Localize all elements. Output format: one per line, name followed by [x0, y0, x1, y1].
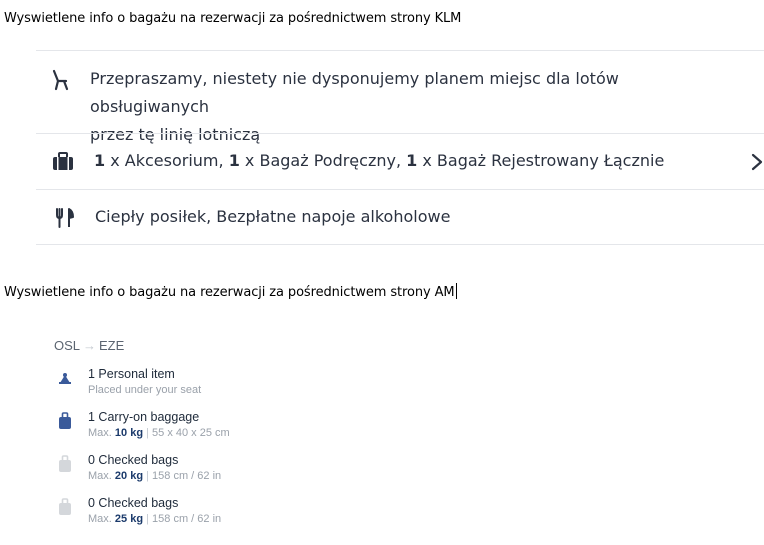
personal-item-icon: [59, 373, 71, 384]
checked-bag-detail: Max. 20 kg | 158 cm / 62 in: [88, 470, 221, 482]
klm-caption: Wyswietlene info o bagażu na rezerwacji …: [4, 11, 462, 26]
suitcase-icon: [53, 152, 73, 170]
carry-on-detail: Max. 10 kg | 55 x 40 x 25 cm: [88, 427, 230, 439]
meal-info: Ciepły posiłek, Bezpłatne napoje alkohol…: [95, 207, 451, 226]
seat-icon: [52, 69, 69, 91]
klm-seat-row: Przepraszamy, niestety nie dysponujemy p…: [36, 50, 764, 144]
checked-bag-title: 0 Checked bags: [88, 453, 179, 467]
checked-bag-max-label: Max.: [88, 470, 115, 482]
chevron-right-icon[interactable]: [750, 152, 764, 172]
route: OSL → EZE: [54, 338, 354, 360]
checked-baggage-label: x Bagaż Rejestrowany Łącznie: [417, 151, 665, 170]
checked-bag-dimensions: 158 cm / 62 in: [152, 470, 222, 482]
hand-baggage-count: 1: [228, 151, 240, 170]
checked-bag-dimensions: 158 cm / 62 in: [152, 513, 222, 525]
klm-baggage-row[interactable]: 1 x Akcesorium, 1 x Bagaż Podręczny, 1 x…: [36, 133, 764, 189]
am-caption: Wyswietlene info o bagażu na rezerwacji …: [4, 283, 457, 300]
checked-bag-title: 0 Checked bags: [88, 496, 179, 510]
personal-item-title: 1 Personal item: [88, 367, 175, 381]
carry-on-dimensions: 55 x 40 x 25 cm: [152, 427, 230, 439]
separator: |: [143, 427, 153, 439]
am-panel: OSL → EZE 1 Personal item Placed under you…: [54, 338, 354, 525]
klm-meal-row: Ciepły posiłek, Bezpłatne napoje alkohol…: [36, 189, 764, 245]
cutlery-icon: [56, 208, 74, 228]
route-origin: OSL: [54, 338, 81, 353]
accessory-label: x Akcesorium,: [105, 151, 229, 170]
baggage-summary: 1 x Akcesorium, 1 x Bagaż Podręczny, 1 x…: [94, 147, 724, 175]
carry-on-icon: [59, 412, 71, 429]
personal-item-detail: Placed under your seat: [88, 384, 202, 396]
hand-baggage-label: x Bagaż Podręczny,: [239, 151, 407, 170]
checked-bag-weight: 25 kg: [114, 513, 144, 525]
checked-bag-icon: [59, 455, 71, 472]
checked-bag-detail: Max. 25 kg | 158 cm / 62 in: [88, 513, 221, 525]
checked-bag-weight: 20 kg: [114, 470, 144, 482]
carry-on-max-label: Max.: [88, 427, 115, 439]
checked-baggage-count: 1: [406, 151, 418, 170]
accessory-count: 1: [94, 151, 106, 170]
carry-on-weight: 10 kg: [114, 427, 144, 439]
klm-panel: Przepraszamy, niestety nie dysponujemy p…: [36, 50, 764, 245]
carry-on-title: 1 Carry-on baggage: [88, 410, 200, 424]
seat-message-line1: Przepraszamy, niestety nie dysponujemy p…: [90, 69, 619, 116]
route-arrow-icon: →: [83, 338, 97, 353]
text-cursor: [455, 283, 457, 299]
am-caption-text: Wyswietlene info o bagażu na rezerwacji …: [4, 285, 455, 300]
route-destination: EZE: [99, 338, 125, 353]
separator: |: [143, 470, 153, 482]
checked-bag-max-label: Max.: [88, 513, 115, 525]
separator: |: [143, 513, 153, 525]
checked-bag-icon: [59, 498, 71, 515]
